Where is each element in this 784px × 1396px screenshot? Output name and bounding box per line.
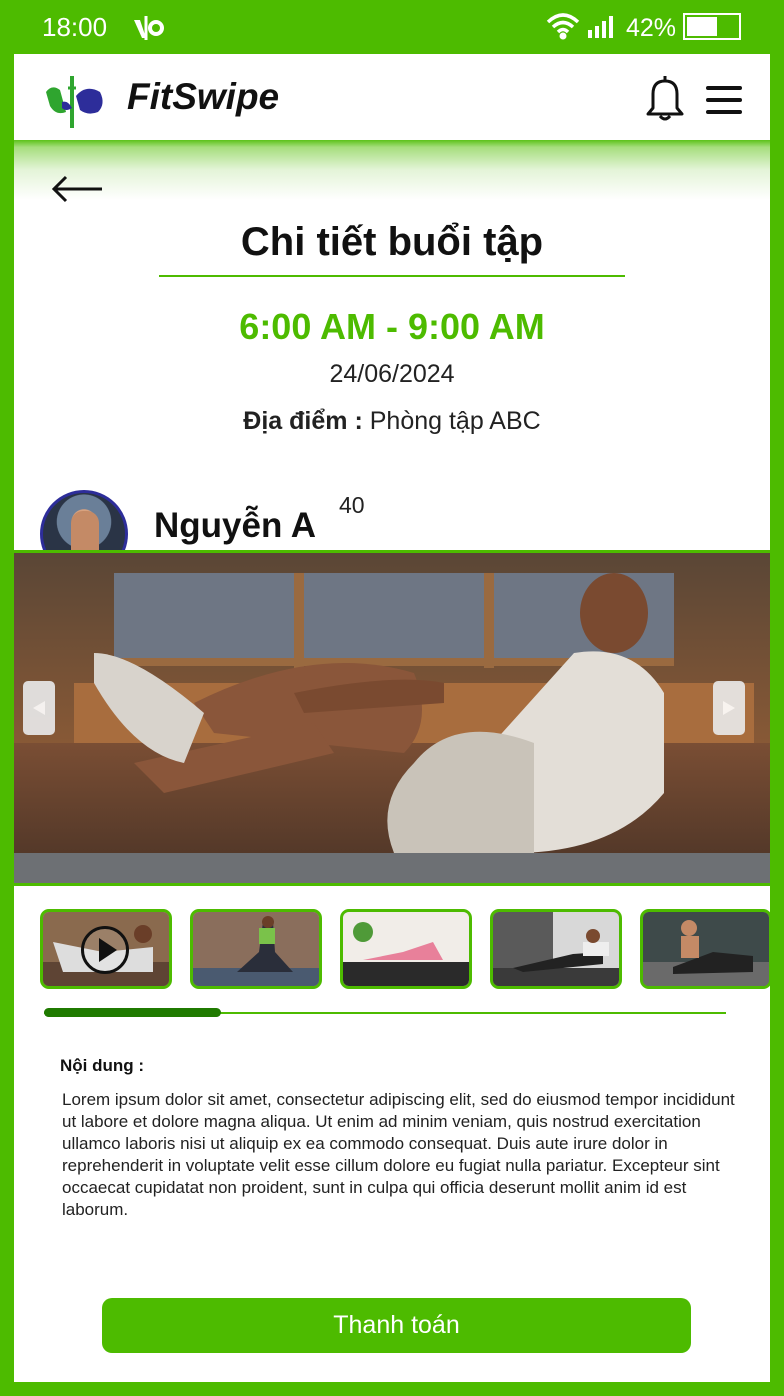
battery-percent: 42% bbox=[626, 14, 677, 42]
location-value: Phòng tập ABC bbox=[369, 407, 541, 435]
thumbnail-image[interactable] bbox=[190, 909, 322, 989]
workout-detail-panel: Chi tiết buổi tập 6:00 AM - 9:00 AM 24/0… bbox=[14, 140, 770, 1382]
carousel-next-button[interactable] bbox=[713, 681, 745, 735]
content-description: Lorem ipsum dolor sit amet, consectetur … bbox=[62, 1090, 735, 1219]
gallery-progress-indicator bbox=[44, 1008, 221, 1017]
pay-button[interactable]: Thanh toán bbox=[102, 1298, 691, 1353]
thumbnail-image[interactable] bbox=[340, 909, 472, 989]
status-bar: 18:00 42% bbox=[0, 0, 784, 54]
chevron-right-icon bbox=[723, 701, 735, 715]
page-title: Chi tiết buổi tập bbox=[240, 220, 544, 264]
trainer-age: 40 bbox=[339, 492, 365, 518]
brand-name: FitSwipe bbox=[127, 76, 280, 117]
title-divider bbox=[159, 275, 625, 277]
location-label: Địa điểm : bbox=[243, 407, 363, 435]
content-label: Nội dung : bbox=[60, 1056, 145, 1075]
battery-icon bbox=[683, 13, 741, 40]
thumbnail-strip bbox=[40, 909, 770, 989]
thumbnail-video[interactable] bbox=[40, 909, 172, 989]
thumbnail-image[interactable] bbox=[640, 909, 770, 989]
workout-hero-image[interactable] bbox=[14, 550, 770, 886]
play-icon[interactable] bbox=[81, 926, 129, 974]
session-date: 24/06/2024 bbox=[329, 360, 455, 388]
status-time: 18:00 bbox=[42, 12, 108, 42]
app-notification-icon bbox=[134, 16, 164, 40]
carousel-prev-button[interactable] bbox=[23, 681, 55, 735]
fitswipe-logo-icon[interactable] bbox=[44, 72, 106, 130]
thumbnail-image[interactable] bbox=[490, 909, 622, 989]
back-arrow-icon[interactable] bbox=[52, 174, 104, 204]
session-time-range: 6:00 AM - 9:00 AM bbox=[239, 306, 545, 347]
signal-icon bbox=[588, 16, 613, 38]
session-location: Địa điểm : Phòng tập ABC bbox=[14, 407, 770, 436]
wifi-icon bbox=[546, 13, 580, 40]
trainer-name[interactable]: Nguyễn A bbox=[154, 506, 316, 546]
hamburger-menu-icon[interactable] bbox=[706, 86, 742, 114]
bell-icon[interactable] bbox=[644, 74, 686, 122]
app-bar: FitSwipe bbox=[14, 54, 770, 140]
chevron-left-icon bbox=[33, 701, 45, 715]
